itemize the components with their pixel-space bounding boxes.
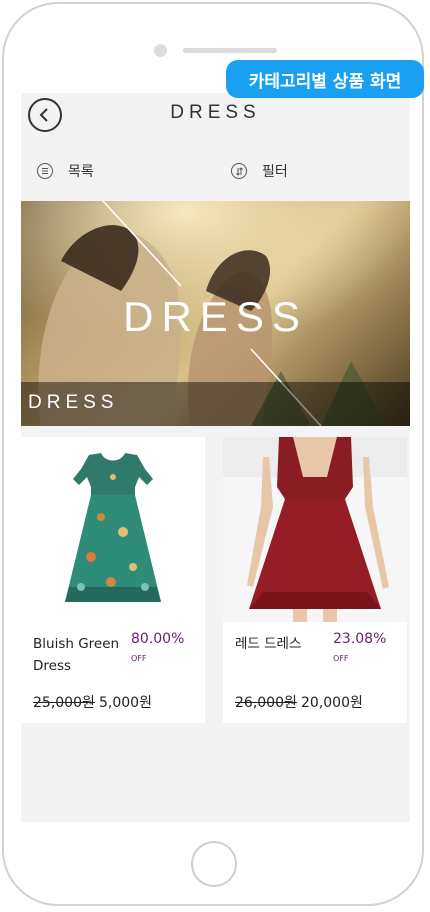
category-banner[interactable]: DRESS DRESS (21, 201, 410, 426)
product-image (223, 437, 407, 622)
page-title: DRESS (170, 102, 261, 123)
product-card[interactable]: 레드 드레스 23.08% OFF 26,000원 20,000원 (223, 437, 407, 723)
list-label: 목록 (68, 164, 94, 180)
sale-price: 20,000원 (301, 695, 363, 711)
product-name: Bluish Green Dress (33, 636, 120, 674)
screen-caption-badge: 카테고리별 상품 화면 (226, 60, 424, 98)
off-label: OFF (131, 654, 147, 663)
product-card[interactable]: Bluish Green Dress 80.00% OFF 25,000원 5,… (21, 437, 205, 723)
filter-label: 필터 (262, 164, 288, 180)
product-image (21, 437, 205, 622)
banner-caption-text: DRESS (28, 392, 119, 413)
product-name: 레드 드레스 (235, 636, 302, 652)
toolbar: 목록 필터 (21, 153, 410, 193)
off-label: OFF (333, 654, 349, 663)
header: DRESS (21, 93, 410, 145)
sort-arrows-icon (231, 163, 247, 179)
list-button[interactable]: 목록 (37, 161, 94, 181)
filter-button[interactable]: 필터 (231, 161, 288, 181)
product-grid: Bluish Green Dress 80.00% OFF 25,000원 5,… (21, 437, 410, 727)
sale-price: 5,000원 (99, 695, 152, 711)
front-camera (154, 44, 167, 57)
list-icon (37, 163, 53, 179)
banner-caption-bar: DRESS (21, 382, 410, 426)
original-price: 26,000원 (235, 695, 297, 711)
app-screen: DRESS 목록 필터 DRESS DRESS Bluish Green Dre… (21, 93, 410, 822)
earpiece-speaker (183, 48, 277, 53)
home-button[interactable] (191, 841, 237, 887)
original-price: 25,000원 (33, 695, 95, 711)
banner-title: DRESS (123, 293, 308, 340)
discount-rate: 80.00% (131, 631, 185, 647)
discount-rate: 23.08% (333, 631, 387, 647)
